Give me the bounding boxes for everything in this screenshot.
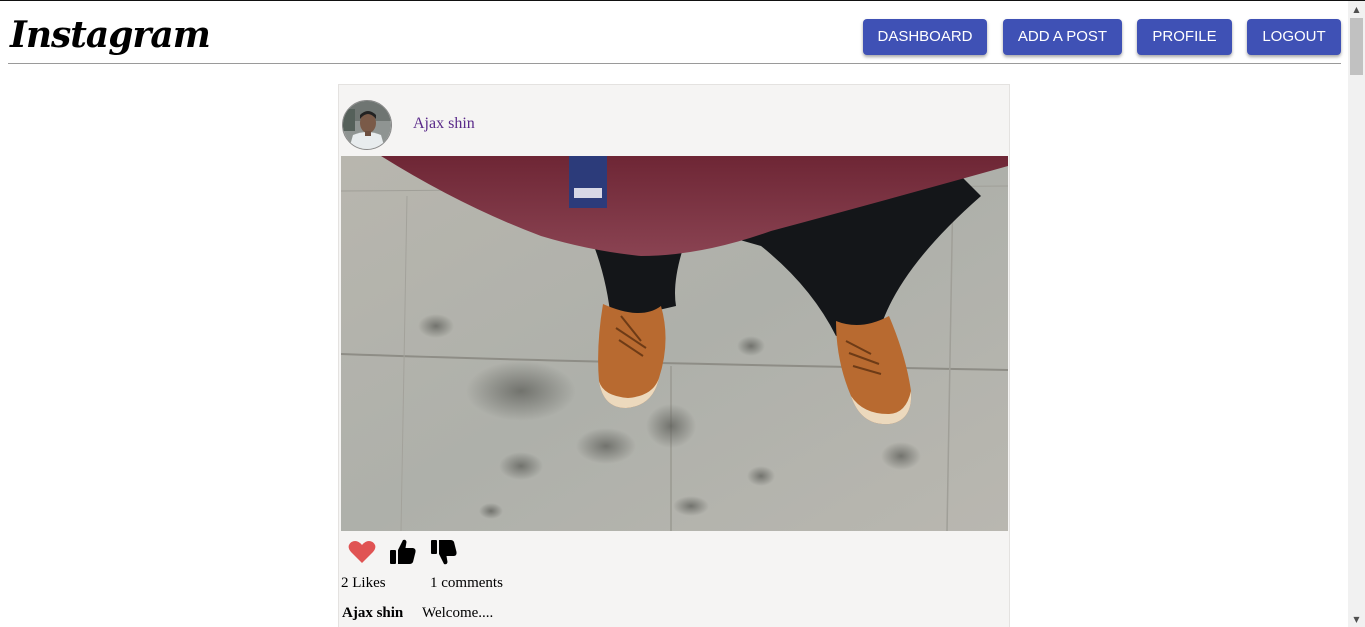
thumbs-up-icon[interactable] (388, 537, 418, 567)
add-post-button[interactable]: ADD A POST (1003, 19, 1122, 55)
vertical-scrollbar[interactable]: ▲ ▼ (1348, 1, 1365, 627)
post-card: Ajax shin 2 Likes 1 comments Ajax shin W… (338, 84, 1010, 627)
post-photo (341, 156, 1008, 531)
scroll-thumb[interactable] (1350, 18, 1363, 75)
thumbs-down-icon[interactable] (429, 537, 459, 567)
scroll-up-arrow-icon[interactable]: ▲ (1348, 1, 1365, 18)
avatar-photo (343, 101, 391, 149)
profile-button[interactable]: PROFILE (1137, 19, 1232, 55)
dashboard-button[interactable]: DASHBOARD (863, 19, 987, 55)
caption-text: Welcome.... (422, 605, 494, 621)
top-navbar: Instagram DASHBOARD ADD A POST PROFILE L… (8, 1, 1341, 64)
caption-author: Ajax shin (342, 605, 404, 621)
logout-button[interactable]: LOGOUT (1247, 19, 1341, 55)
app-logo[interactable]: Instagram (10, 13, 211, 57)
avatar[interactable] (342, 100, 392, 150)
heart-icon[interactable] (347, 537, 377, 567)
likes-count: 2 Likes (341, 575, 386, 591)
post-author-link[interactable]: Ajax shin (413, 115, 475, 133)
comments-count[interactable]: 1 comments (430, 575, 503, 592)
scroll-down-arrow-icon[interactable]: ▼ (1348, 611, 1365, 627)
